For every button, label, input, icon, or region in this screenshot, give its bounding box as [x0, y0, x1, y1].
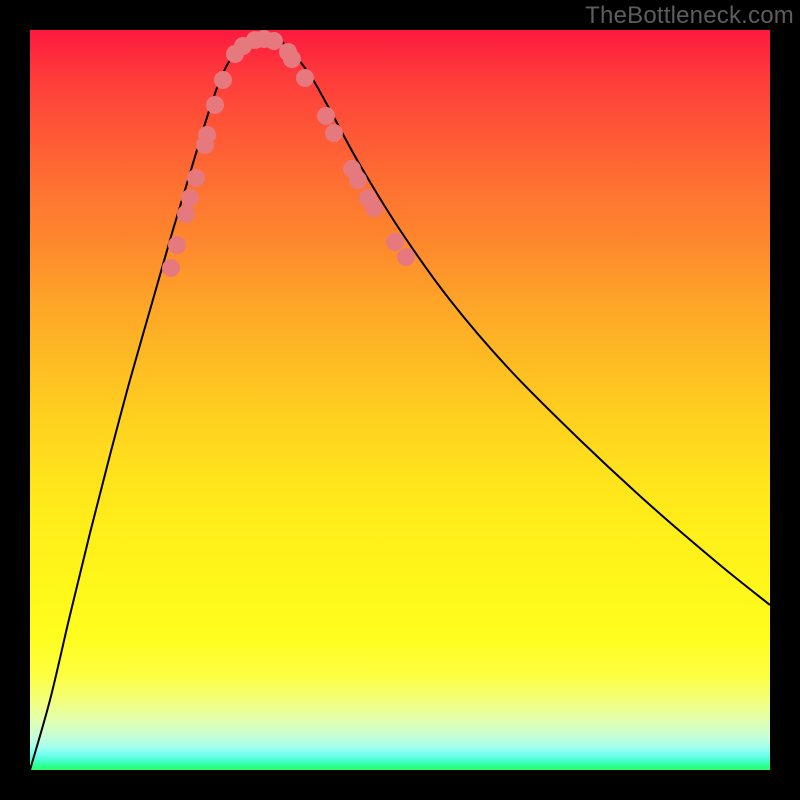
- curve-marker: [162, 259, 180, 277]
- watermark-text: TheBottleneck.com: [585, 2, 794, 30]
- curve-marker: [214, 71, 232, 89]
- curve-marker: [386, 233, 404, 251]
- chart-frame: TheBottleneck.com: [0, 0, 800, 800]
- curve-marker: [168, 236, 186, 254]
- marker-group: [162, 30, 415, 277]
- curve-marker: [198, 126, 216, 144]
- curve-marker: [187, 169, 205, 187]
- curve-marker: [365, 199, 383, 217]
- curve-marker: [177, 205, 195, 223]
- curve-marker: [181, 189, 199, 207]
- bottleneck-curve: [30, 37, 770, 770]
- curve-marker: [325, 124, 343, 142]
- plot-area: [30, 30, 770, 770]
- curve-marker: [397, 248, 415, 266]
- curve-marker: [206, 96, 224, 114]
- curve-marker: [317, 107, 335, 125]
- chart-svg: [30, 30, 770, 770]
- curve-marker: [349, 171, 367, 189]
- curve-marker: [296, 69, 314, 87]
- curve-marker: [283, 50, 301, 68]
- curve-marker: [265, 32, 283, 50]
